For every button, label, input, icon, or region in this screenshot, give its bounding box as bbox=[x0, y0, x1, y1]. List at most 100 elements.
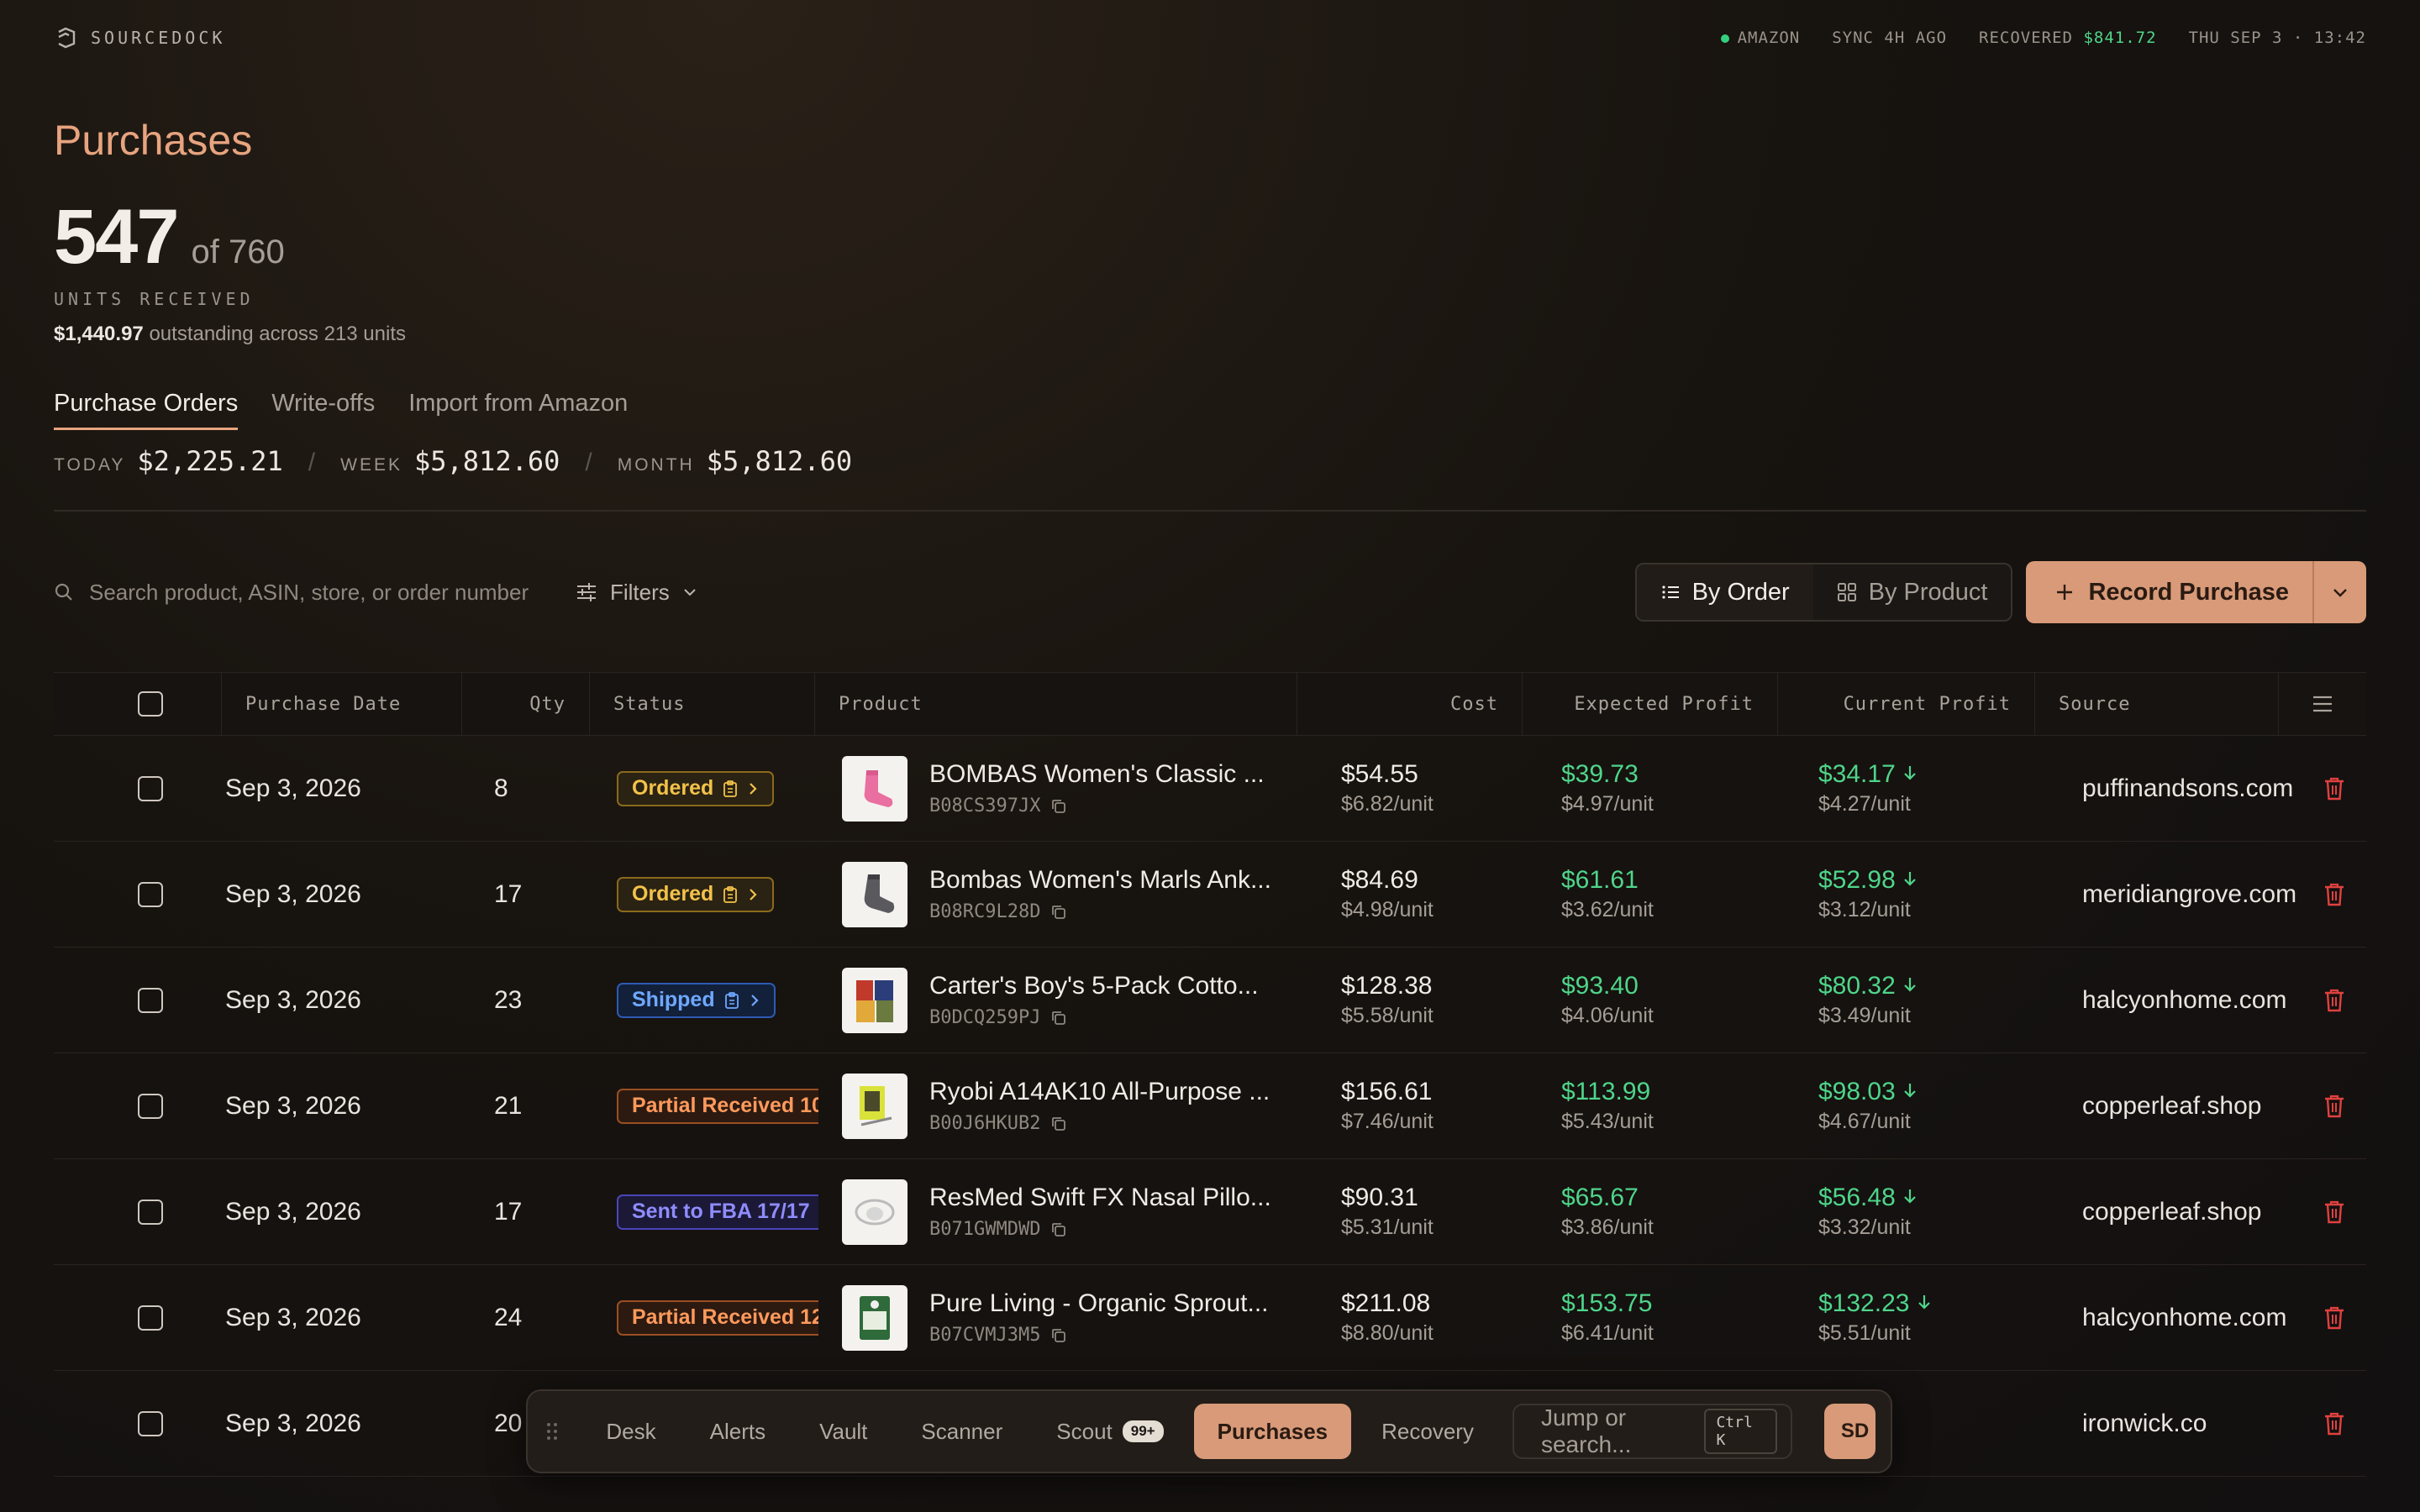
row-checkbox[interactable] bbox=[138, 1093, 163, 1119]
copy-icon[interactable] bbox=[1050, 798, 1067, 815]
source-store[interactable]: copperleaf.shop bbox=[2059, 1159, 2302, 1264]
column-cost[interactable]: Cost bbox=[1297, 673, 1523, 735]
shortcut-hint: Ctrl K bbox=[1704, 1409, 1777, 1454]
quantity: 8 bbox=[494, 774, 508, 802]
table-row[interactable]: Sep 3, 2026 23 Shipped Carter's Boy's 5-… bbox=[54, 948, 2366, 1053]
table-row[interactable]: Sep 3, 2026 8 Ordered BOMBAS Women's Cla… bbox=[54, 736, 2366, 842]
units-received-label: UNITS RECEIVED bbox=[54, 289, 255, 309]
table-row[interactable]: Sep 3, 2026 17 Ordered Bombas Women's Ma… bbox=[54, 842, 2366, 948]
drag-handle-icon[interactable] bbox=[543, 1421, 560, 1441]
tab-write-offs[interactable]: Write-offs bbox=[271, 390, 375, 430]
source-store[interactable]: copperleaf.shop bbox=[2059, 1053, 2302, 1158]
table-row[interactable]: Sep 3, 2026 17 Sent to FBA 17/17 ResMed … bbox=[54, 1159, 2366, 1265]
copy-icon[interactable] bbox=[1050, 1327, 1067, 1344]
delete-button[interactable] bbox=[2302, 736, 2366, 841]
clipboard-icon bbox=[723, 780, 738, 797]
source-store[interactable]: halcyonhome.com bbox=[2059, 948, 2302, 1053]
asin: B071GWMDWD bbox=[929, 1219, 1271, 1240]
cost-value: $84.69 bbox=[1341, 866, 1418, 894]
product-info[interactable]: Carter's Boy's 5-Pack Cotto... B0DCQ259P… bbox=[842, 967, 1259, 1033]
column-expected-profit[interactable]: Expected Profit bbox=[1523, 673, 1778, 735]
delete-button[interactable] bbox=[2302, 842, 2366, 947]
avatar[interactable]: SD bbox=[1823, 1404, 1876, 1459]
column-current-profit[interactable]: Current Profit bbox=[1778, 673, 2035, 735]
product-thumbnail bbox=[842, 1284, 908, 1351]
status-badge[interactable]: Partial Received 10 bbox=[617, 1088, 818, 1124]
dock-alerts[interactable]: Alerts bbox=[687, 1404, 789, 1459]
exp-per-unit: $4.06/unit bbox=[1561, 1004, 1654, 1027]
source-store[interactable]: ironwick.co bbox=[2059, 1371, 2302, 1476]
product-info[interactable]: Ryobi A14AK10 All-Purpose ... B00J6HKUB2 bbox=[842, 1073, 1270, 1139]
quantity: 21 bbox=[494, 1091, 523, 1120]
dock-scanner[interactable]: Scanner bbox=[897, 1404, 1026, 1459]
table-row[interactable]: Sep 3, 2026 24 Partial Received 12 Pure … bbox=[54, 1265, 2366, 1371]
expected-profit-cell: $39.73 $4.97/unit bbox=[1538, 736, 1795, 841]
table-row[interactable]: Sep 3, 2026 21 Partial Received 10 Ryobi… bbox=[54, 1053, 2366, 1159]
delete-button[interactable] bbox=[2302, 1053, 2366, 1158]
scout-count-badge: 99+ bbox=[1122, 1420, 1164, 1442]
cur-value: $34.17 bbox=[1818, 760, 1918, 789]
product-info[interactable]: Pure Living - Organic Sprout... B07CVMJ3… bbox=[842, 1284, 1269, 1351]
grid-icon bbox=[1837, 583, 1856, 601]
cost-per-unit: $7.46/unit bbox=[1341, 1110, 1434, 1133]
cost-value: $54.55 bbox=[1341, 760, 1418, 788]
status-badge[interactable]: Sent to FBA 17/17 bbox=[617, 1194, 818, 1230]
source-store[interactable]: puffinandsons.com bbox=[2059, 736, 2302, 841]
expected-profit-cell: $93.40 $4.06/unit bbox=[1538, 948, 1795, 1053]
row-checkbox[interactable] bbox=[138, 1410, 163, 1436]
search-input[interactable]: Search product, ASIN, store, or order nu… bbox=[54, 580, 575, 606]
column-status[interactable]: Status bbox=[590, 673, 815, 735]
status-badge[interactable]: Partial Received 12 bbox=[617, 1299, 818, 1336]
dock-desk[interactable]: Desk bbox=[582, 1404, 679, 1459]
delete-button[interactable] bbox=[2302, 1159, 2366, 1264]
row-checkbox[interactable] bbox=[138, 1305, 163, 1331]
status-badge[interactable]: Ordered bbox=[617, 876, 775, 912]
row-checkbox[interactable] bbox=[138, 987, 163, 1013]
asin: B00J6HKUB2 bbox=[929, 1113, 1270, 1134]
tab-purchase-orders[interactable]: Purchase Orders bbox=[54, 390, 239, 430]
status-badge[interactable]: Shipped bbox=[617, 982, 776, 1018]
delete-button[interactable] bbox=[2302, 1371, 2366, 1476]
clipboard-icon bbox=[724, 991, 739, 1009]
product-info[interactable]: ResMed Swift FX Nasal Pillo... B071GWMDW… bbox=[842, 1179, 1271, 1245]
column-source[interactable]: Source bbox=[2035, 673, 2279, 735]
jump-search-input[interactable]: Jump or search... Ctrl K bbox=[1512, 1404, 1792, 1459]
clipboard-icon bbox=[723, 885, 738, 903]
record-purchase-button[interactable]: Record Purchase bbox=[2026, 561, 2312, 623]
current-profit-cell: $98.03 $4.67/unit bbox=[1795, 1053, 2059, 1158]
record-options-button[interactable] bbox=[2312, 561, 2366, 623]
product-name: ResMed Swift FX Nasal Pillo... bbox=[929, 1184, 1271, 1211]
column-product[interactable]: Product bbox=[815, 673, 1297, 735]
status-badge[interactable]: Ordered bbox=[617, 770, 775, 806]
row-checkbox[interactable] bbox=[138, 775, 163, 801]
column-purchase-date[interactable]: Purchase Date bbox=[222, 673, 462, 735]
delete-button[interactable] bbox=[2302, 1265, 2366, 1370]
row-checkbox[interactable] bbox=[138, 1199, 163, 1225]
copy-icon[interactable] bbox=[1050, 1221, 1067, 1238]
dock-scout[interactable]: Scout 99+ bbox=[1033, 1404, 1186, 1459]
copy-icon[interactable] bbox=[1050, 1116, 1067, 1132]
column-qty[interactable]: Qty bbox=[462, 673, 590, 735]
by-product-toggle[interactable]: By Product bbox=[1813, 564, 2012, 620]
dock-purchases[interactable]: Purchases bbox=[1193, 1404, 1352, 1459]
delete-button[interactable] bbox=[2302, 948, 2366, 1053]
source-store[interactable]: halcyonhome.com bbox=[2059, 1265, 2302, 1370]
select-all-checkbox[interactable] bbox=[138, 691, 163, 717]
column-settings-button[interactable] bbox=[2279, 673, 2366, 735]
chevron-right-icon bbox=[750, 994, 759, 1006]
tab-import-from-amazon[interactable]: Import from Amazon bbox=[408, 390, 628, 430]
brand[interactable]: SOURCEDOCK bbox=[54, 25, 225, 50]
product-info[interactable]: BOMBAS Women's Classic ... B08CS397JX bbox=[842, 755, 1265, 822]
cur-per-unit: $3.12/unit bbox=[1818, 898, 1911, 921]
dock-recovery[interactable]: Recovery bbox=[1358, 1404, 1497, 1459]
filters-button[interactable]: Filters bbox=[575, 580, 698, 606]
row-select-cell bbox=[54, 736, 222, 841]
copy-icon[interactable] bbox=[1050, 904, 1067, 921]
source-store[interactable]: meridiangrove.com bbox=[2059, 842, 2302, 947]
row-checkbox[interactable] bbox=[138, 881, 163, 907]
copy-icon[interactable] bbox=[1050, 1010, 1067, 1026]
product-info[interactable]: Bombas Women's Marls Ank... B08RC9L28D bbox=[842, 861, 1271, 927]
record-purchase-split-button: Record Purchase bbox=[2026, 561, 2366, 623]
dock-vault[interactable]: Vault bbox=[796, 1404, 891, 1459]
by-order-toggle[interactable]: By Order bbox=[1636, 564, 1813, 620]
